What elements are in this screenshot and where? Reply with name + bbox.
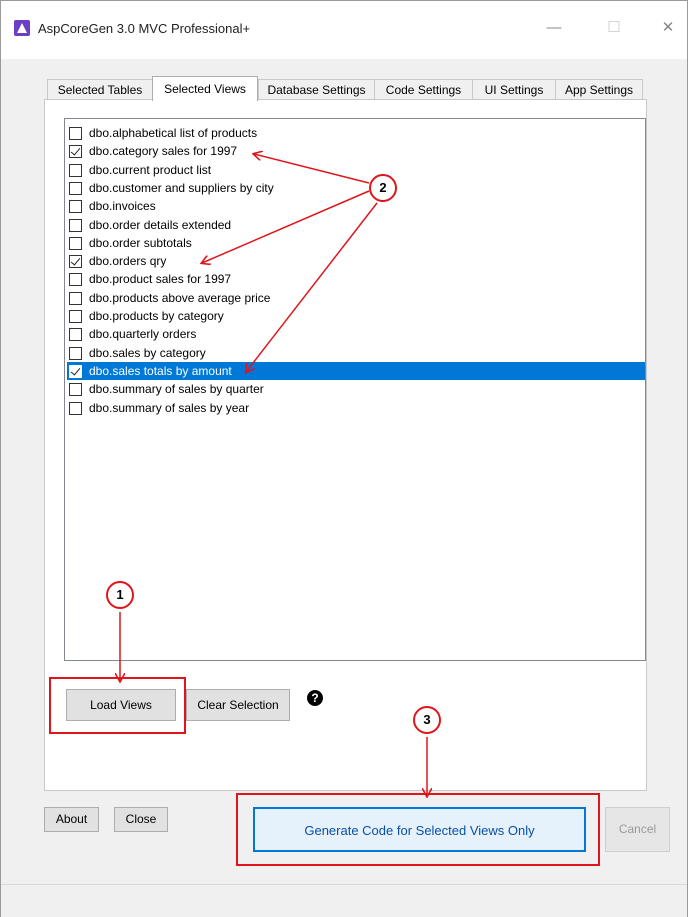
about-button[interactable]: About: [44, 807, 99, 832]
list-item-checkbox[interactable]: [69, 127, 82, 140]
list-item[interactable]: dbo.sales by category: [67, 344, 645, 362]
load-views-button[interactable]: Load Views: [66, 689, 176, 721]
list-item-checkbox[interactable]: [69, 200, 82, 214]
window-title: AspCoreGen 3.0 MVC Professional+: [38, 21, 251, 36]
list-item-checkbox[interactable]: [69, 255, 82, 269]
tab-database-settings[interactable]: Database Settings: [258, 79, 375, 100]
list-item-label: dbo.products above average price: [89, 290, 271, 305]
list-item[interactable]: dbo.products by category: [67, 307, 645, 325]
views-checked-list[interactable]: dbo.alphabetical list of products dbo.cat…: [64, 118, 646, 661]
list-item-label: dbo.summary of sales by year: [89, 400, 250, 415]
app-logo-icon: [14, 20, 30, 36]
list-item[interactable]: dbo.alphabetical list of products: [67, 124, 645, 142]
list-item-label: dbo.invoices: [89, 199, 156, 214]
list-item-checkbox[interactable]: [69, 291, 82, 305]
list-item-checkbox[interactable]: [69, 310, 82, 323]
tab-ui-settings[interactable]: UI Settings: [472, 79, 556, 100]
list-item-checkbox[interactable]: [69, 383, 82, 397]
clear-selection-button[interactable]: Clear Selection: [186, 689, 290, 721]
annotation-badge-3: 3: [413, 706, 441, 734]
list-item-label: dbo.summary of sales by quarter: [89, 382, 264, 397]
list-item-checkbox[interactable]: [69, 273, 82, 287]
title-bar[interactable]: AspCoreGen 3.0 MVC Professional+ — ☐ ✕: [1, 1, 687, 59]
list-item-checkbox[interactable]: [69, 236, 82, 250]
list-item[interactable]: dbo.summary of sales by quarter: [67, 380, 645, 398]
list-item-label: dbo.current product list: [89, 162, 212, 177]
list-item-label: dbo.sales by category: [89, 345, 206, 360]
tab-app-settings[interactable]: App Settings: [555, 79, 643, 100]
list-item-label: dbo.products by category: [89, 309, 224, 323]
tab-selected-tables[interactable]: Selected Tables: [47, 79, 153, 100]
list-item-label: dbo.sales totals by amount: [89, 363, 232, 378]
list-item[interactable]: dbo.products above average price: [67, 289, 645, 307]
app-window: AspCoreGen 3.0 MVC Professional+ — ☐ ✕ S…: [0, 0, 688, 917]
tab-code-settings[interactable]: Code Settings: [374, 79, 473, 100]
list-item-checkbox[interactable]: [69, 181, 82, 195]
cancel-button[interactable]: Cancel: [605, 807, 670, 852]
close-window-icon[interactable]: ✕: [653, 15, 683, 41]
list-item[interactable]: dbo.invoices: [67, 197, 645, 215]
list-item-label: dbo.customer and suppliers by city: [89, 180, 274, 195]
list-item[interactable]: dbo.order subtotals: [67, 234, 645, 252]
list-item-checkbox[interactable]: [69, 346, 82, 360]
close-button[interactable]: Close: [114, 807, 168, 832]
list-item[interactable]: dbo.product sales for 1997: [67, 270, 645, 288]
list-item-label: dbo.order subtotals: [89, 235, 192, 250]
list-item-label: dbo.category sales for 1997: [89, 144, 238, 159]
list-item-checkbox[interactable]: [69, 163, 82, 177]
list-item-checkbox[interactable]: [69, 364, 82, 378]
tab-strip: Selected Tables Selected Views Database …: [45, 76, 645, 101]
list-item-label: dbo.quarterly orders: [89, 327, 197, 342]
generate-code-button[interactable]: Generate Code for Selected Views Only: [253, 807, 586, 852]
list-item[interactable]: dbo.orders qry: [67, 252, 645, 270]
maximize-icon[interactable]: ☐: [599, 15, 629, 41]
annotation-badge-1: 1: [106, 581, 134, 609]
list-item[interactable]: dbo.category sales for 1997: [67, 142, 645, 160]
status-bar: [1, 884, 687, 917]
annotation-badge-2: 2: [369, 174, 397, 202]
list-item[interactable]: dbo.order details extended: [67, 216, 645, 234]
list-item-checkbox[interactable]: [69, 328, 82, 342]
help-icon[interactable]: ?: [307, 690, 323, 706]
list-item-label: dbo.product sales for 1997: [89, 272, 232, 287]
list-item-checkbox[interactable]: [69, 401, 82, 415]
list-item-label: dbo.orders qry: [89, 254, 167, 269]
list-item[interactable]: dbo.current product list: [67, 161, 645, 179]
tab-selected-views[interactable]: Selected Views: [152, 76, 258, 101]
list-item[interactable]: dbo.sales totals by amount: [67, 361, 645, 380]
list-item-label: dbo.order details extended: [89, 217, 232, 232]
list-item-label: dbo.alphabetical list of products: [89, 126, 258, 140]
list-item-checkbox[interactable]: [69, 145, 82, 159]
list-item[interactable]: dbo.summary of sales by year: [67, 399, 645, 417]
list-item[interactable]: dbo.customer and suppliers by city: [67, 179, 645, 197]
minimize-icon[interactable]: —: [539, 15, 569, 41]
list-item[interactable]: dbo.quarterly orders: [67, 325, 645, 343]
list-item-checkbox[interactable]: [69, 218, 82, 232]
